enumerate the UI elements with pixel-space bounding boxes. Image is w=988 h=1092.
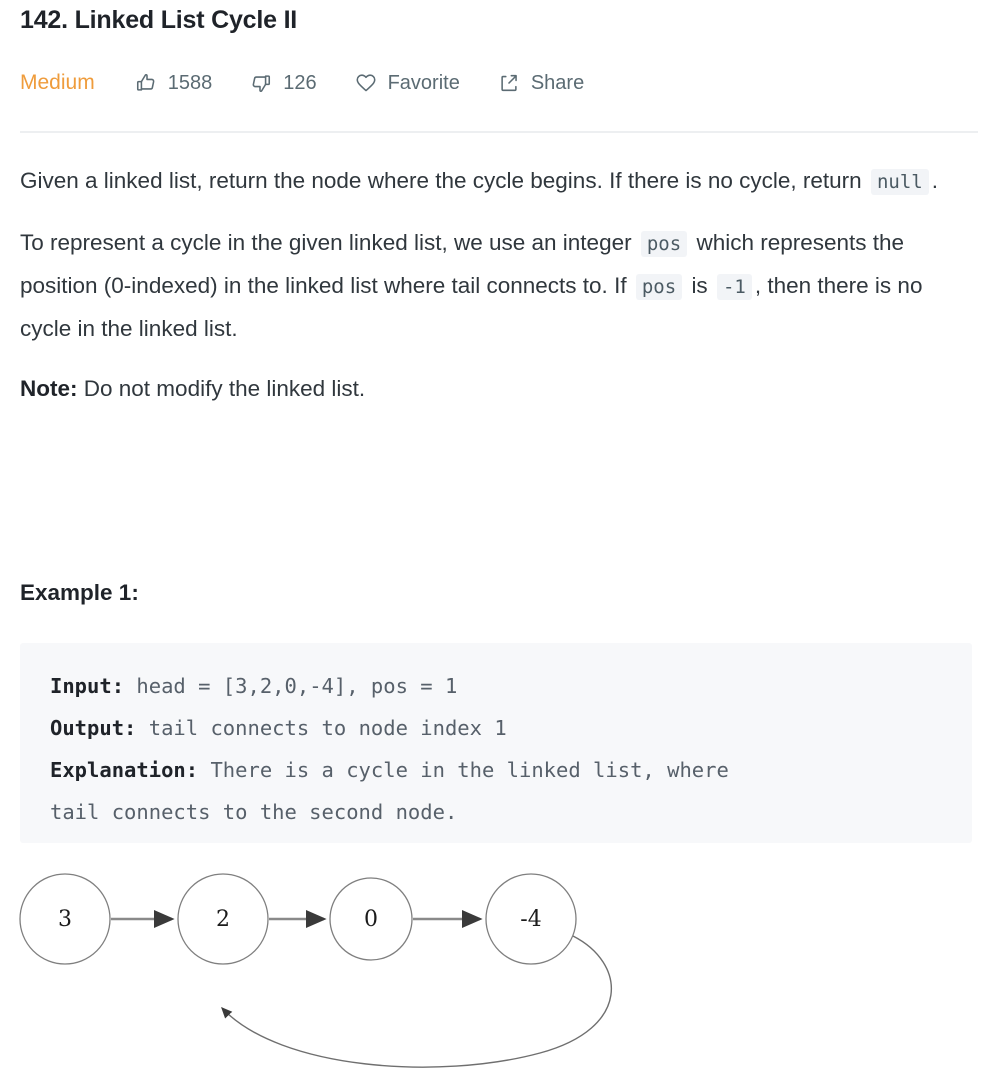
page-title: 142. Linked List Cycle II bbox=[20, 6, 298, 34]
example-code-block: Input: head = [3,2,0,-4], pos = 1 Output… bbox=[20, 643, 972, 843]
code-input-value: head = [3,2,0,-4], pos = 1 bbox=[124, 674, 458, 698]
paragraph-1-text-b: . bbox=[931, 168, 938, 193]
note-label: Note: bbox=[20, 376, 78, 401]
example-heading: Example 1: bbox=[20, 580, 139, 605]
thumbs-up-icon bbox=[133, 71, 159, 95]
note-text: Do not modify the linked list. bbox=[83, 376, 366, 401]
header-divider bbox=[20, 131, 978, 133]
heart-icon bbox=[353, 71, 379, 95]
linked-list-cycle-diagram: 3 2 0 -4 bbox=[0, 858, 680, 1092]
problem-description-page: 142. Linked List Cycle II Medium 1588 12… bbox=[0, 0, 988, 1092]
problem-meta-bar: Medium 1588 126 Favorite Share bbox=[20, 68, 620, 98]
list-node-3: 3 bbox=[19, 873, 111, 965]
favorite-button[interactable]: Favorite bbox=[353, 71, 460, 95]
share-label: Share bbox=[530, 72, 585, 94]
paragraph-2-text-c: is bbox=[691, 273, 708, 298]
dislike-button[interactable]: 126 bbox=[248, 71, 317, 95]
inline-code-minus-one: -1 bbox=[716, 274, 752, 300]
like-button[interactable]: 1588 bbox=[133, 71, 213, 95]
dislike-count: 126 bbox=[283, 72, 317, 94]
code-output-key: Output: bbox=[50, 716, 137, 740]
share-button[interactable]: Share bbox=[496, 71, 584, 95]
description-paragraph-2: To represent a cycle in the given linked… bbox=[20, 222, 972, 349]
inline-code-pos-2: pos bbox=[635, 274, 683, 300]
diagram-svg: 3 2 0 -4 bbox=[19, 873, 613, 1068]
description-note: Note: Do not modify the linked list. bbox=[20, 368, 972, 409]
thumbs-down-icon bbox=[248, 71, 274, 95]
node-label: 2 bbox=[216, 907, 230, 932]
share-icon bbox=[496, 71, 522, 95]
list-node-0: 0 bbox=[329, 877, 413, 961]
inline-code-null: null bbox=[870, 169, 929, 195]
list-node-minus4: -4 bbox=[485, 873, 577, 965]
node-label: 3 bbox=[58, 907, 72, 932]
favorite-label: Favorite bbox=[387, 72, 460, 94]
problem-description: Given a linked list, return the node whe… bbox=[20, 160, 972, 428]
inline-code-pos-1: pos bbox=[640, 231, 688, 257]
paragraph-1-text-a: Given a linked list, return the node whe… bbox=[20, 168, 862, 193]
difficulty-badge: Medium bbox=[20, 71, 95, 94]
list-node-2: 2 bbox=[177, 873, 269, 965]
node-label: -4 bbox=[520, 907, 541, 932]
code-output-value: tail connects to node index 1 bbox=[136, 716, 507, 740]
like-count: 1588 bbox=[167, 72, 213, 94]
paragraph-2-text-a: To represent a cycle in the given linked… bbox=[20, 230, 632, 255]
description-paragraph-1: Given a linked list, return the node whe… bbox=[20, 160, 972, 203]
code-explanation-key: Explanation: bbox=[50, 758, 199, 782]
code-input-key: Input: bbox=[50, 674, 125, 698]
node-label: 0 bbox=[364, 907, 378, 932]
